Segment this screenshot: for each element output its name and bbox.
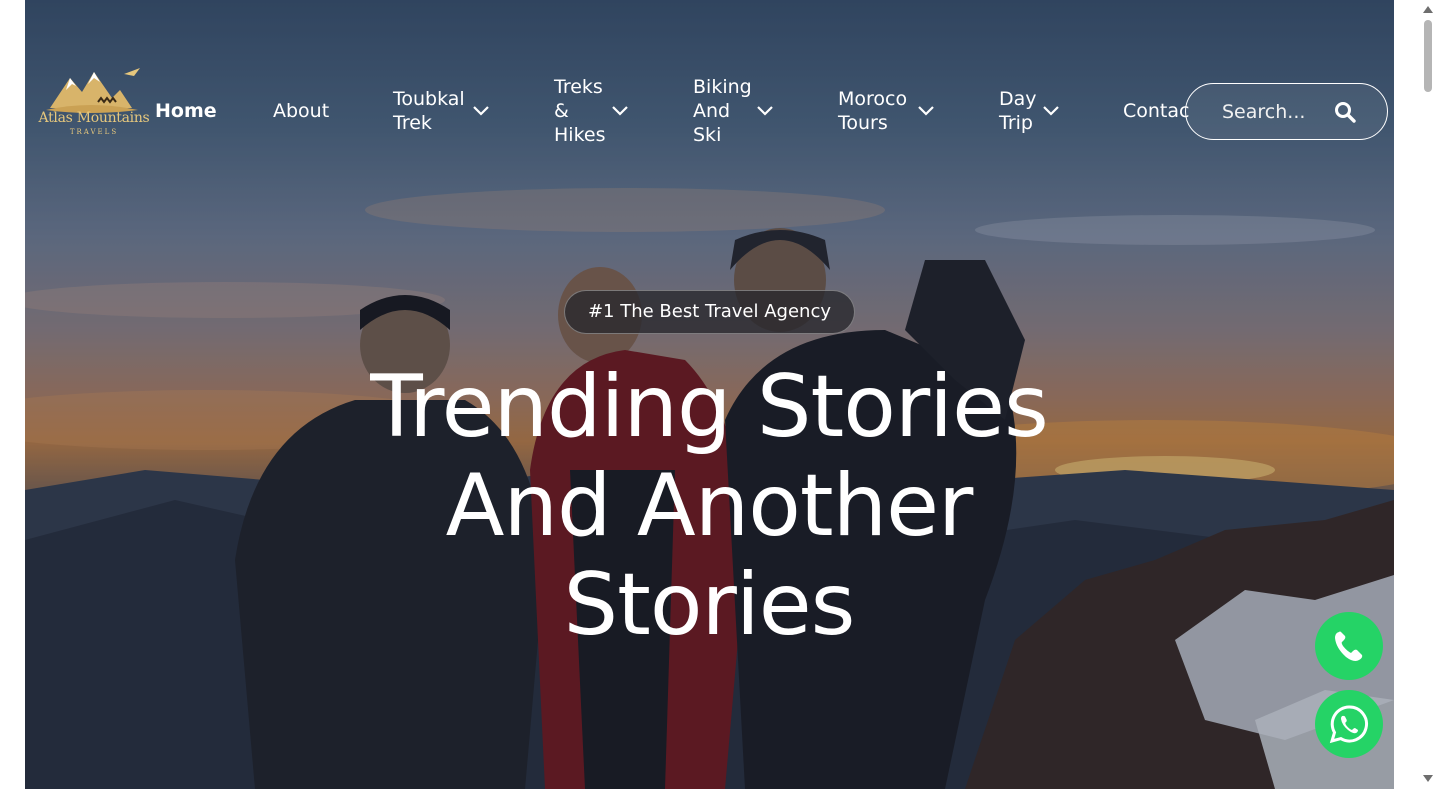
search-icon[interactable]: [1334, 101, 1356, 123]
nav-item-contact[interactable]: Contac: [1123, 99, 1189, 123]
page-scrollbar[interactable]: [1420, 0, 1438, 789]
nav-item-home[interactable]: Home: [155, 99, 217, 123]
hero-section: Atlas Mountains TRAVELS Home About Toubk…: [25, 0, 1394, 789]
search-box[interactable]: [1185, 83, 1388, 140]
nav-item-about[interactable]: About: [273, 99, 329, 123]
chevron-down-icon[interactable]: [917, 105, 935, 117]
chevron-down-icon[interactable]: [756, 105, 774, 117]
scroll-up-arrow-icon[interactable]: [1423, 6, 1433, 13]
nav-item-treks-hikes[interactable]: Treks & Hikes: [554, 75, 605, 147]
phone-button[interactable]: [1315, 612, 1383, 680]
scroll-down-arrow-icon[interactable]: [1423, 775, 1433, 782]
chevron-down-icon[interactable]: [1042, 105, 1060, 117]
hero-badge: #1 The Best Travel Agency: [564, 290, 855, 334]
headline-line: And Another: [445, 456, 974, 556]
headline-line: Stories: [563, 555, 856, 655]
phone-icon: [1335, 631, 1363, 661]
chevron-down-icon[interactable]: [472, 105, 490, 117]
search-input[interactable]: [1222, 99, 1342, 125]
nav-item-biking-ski[interactable]: Biking And Ski: [693, 75, 752, 147]
whatsapp-button[interactable]: [1315, 690, 1383, 758]
nav-item-morocco-tours[interactable]: Moroco Tours: [838, 87, 907, 135]
nav-item-day-trip[interactable]: Day Trip: [999, 87, 1037, 135]
headline-line: Trending Stories: [370, 357, 1049, 457]
nav-item-toubkal-trek[interactable]: Toubkal Trek: [393, 87, 465, 135]
chevron-down-icon[interactable]: [611, 105, 629, 117]
scrollbar-thumb[interactable]: [1424, 20, 1432, 92]
hero-headline: Trending Stories And Another Stories: [209, 358, 1209, 655]
whatsapp-icon: [1329, 705, 1368, 744]
